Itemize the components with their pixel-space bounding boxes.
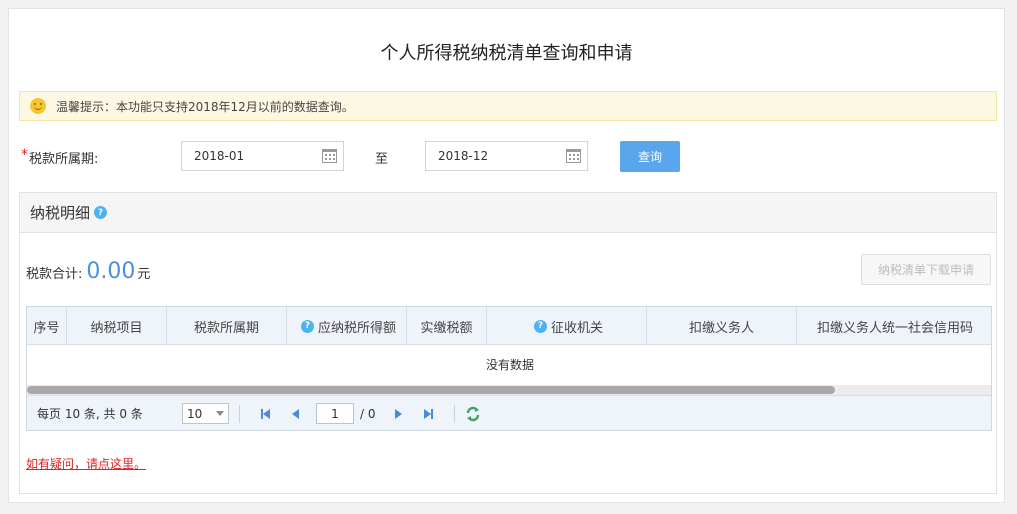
refresh-icon[interactable] — [465, 406, 481, 422]
last-page-button[interactable] — [414, 408, 444, 419]
next-page-icon — [395, 408, 402, 419]
main-card: 个人所得税纳税清单查询和申请 温馨提示：本功能只支持2018年12月以前的数据查… — [8, 8, 1005, 503]
prev-page-button[interactable] — [280, 408, 310, 419]
tax-detail-panel: 纳税明细 ? 税款合计: 0.00 元 纳税清单下载申请 序号 纳税项目 税款所… — [19, 192, 997, 494]
required-mark: * — [21, 147, 28, 163]
pager-info: 每页 10 条, 共 0 条 — [37, 407, 143, 421]
prev-page-icon — [291, 408, 299, 419]
tax-total: 税款合计: 0.00 元 — [26, 259, 150, 284]
chevron-down-icon — [216, 411, 224, 416]
query-button[interactable]: 查询 — [620, 141, 680, 172]
page-size-value: 10 — [187, 406, 203, 421]
panel-title: 纳税明细 — [30, 204, 91, 222]
smile-icon — [30, 98, 46, 114]
pagination: 每页 10 条, 共 0 条 10 1 / 0 — [27, 395, 991, 430]
next-page-button[interactable] — [384, 408, 414, 419]
column-header[interactable]: ? 应纳税所得额 — [287, 307, 407, 345]
calendar-icon[interactable] — [322, 149, 337, 163]
column-header[interactable]: 税款所属期 — [167, 307, 287, 345]
period-label: 税款所属期: — [29, 152, 99, 167]
last-page-icon — [424, 408, 431, 419]
page-number-input[interactable]: 1 — [316, 403, 354, 424]
help-icon[interactable]: ? — [300, 319, 314, 333]
column-header[interactable]: 实缴税额 — [407, 307, 487, 345]
divider — [239, 404, 240, 423]
first-page-icon — [262, 408, 270, 419]
total-value: 0.00 — [86, 259, 136, 284]
end-date-input[interactable]: 2018-12 — [425, 141, 588, 171]
to-label: 至 — [375, 152, 389, 167]
total-pages: / 0 — [360, 406, 376, 421]
column-header[interactable]: 序号 — [27, 307, 67, 345]
notice-text: 温馨提示：本功能只支持2018年12月以前的数据查询。 — [56, 99, 354, 114]
end-date-value: 2018-12 — [438, 149, 489, 163]
download-request-button[interactable]: 纳税清单下载申请 — [861, 254, 991, 285]
help-link[interactable]: 如有疑问，请点这里。 — [26, 455, 146, 472]
total-label: 税款合计: — [26, 267, 83, 282]
page-title: 个人所得税纳税清单查询和申请 — [380, 43, 633, 64]
column-header[interactable]: 纳税项目 — [67, 307, 167, 345]
table-header: 序号 纳税项目 税款所属期 ? 应纳税所得额 实缴税额 ? 征收机关 扣缴义务人 扣… — [27, 307, 991, 345]
divider — [453, 404, 455, 423]
column-header[interactable]: 扣缴义务人统一社会信用码 — [797, 307, 991, 345]
scrollbar-thumb[interactable] — [27, 386, 835, 394]
page-size-select[interactable]: 10 — [182, 403, 229, 424]
total-unit: 元 — [137, 267, 151, 282]
calendar-icon[interactable] — [566, 149, 581, 163]
panel-header: 纳税明细 ? — [20, 193, 996, 233]
help-icon[interactable]: ? — [94, 206, 108, 219]
column-header[interactable]: 扣缴义务人 — [647, 307, 797, 345]
first-page-button[interactable] — [250, 408, 280, 419]
last-page-bar-icon — [431, 408, 433, 419]
help-icon[interactable]: ? — [533, 319, 547, 333]
empty-state: 没有数据 — [485, 357, 534, 372]
horizontal-scrollbar[interactable] — [27, 385, 991, 395]
start-date-input[interactable]: 2018-01 — [181, 141, 344, 171]
column-header[interactable]: ? 征收机关 — [487, 307, 647, 345]
notice-bar: 温馨提示：本功能只支持2018年12月以前的数据查询。 — [19, 91, 997, 121]
tax-table: 序号 纳税项目 税款所属期 ? 应纳税所得额 实缴税额 ? 征收机关 扣缴义务人 扣… — [26, 306, 992, 431]
start-date-value: 2018-01 — [194, 149, 245, 163]
